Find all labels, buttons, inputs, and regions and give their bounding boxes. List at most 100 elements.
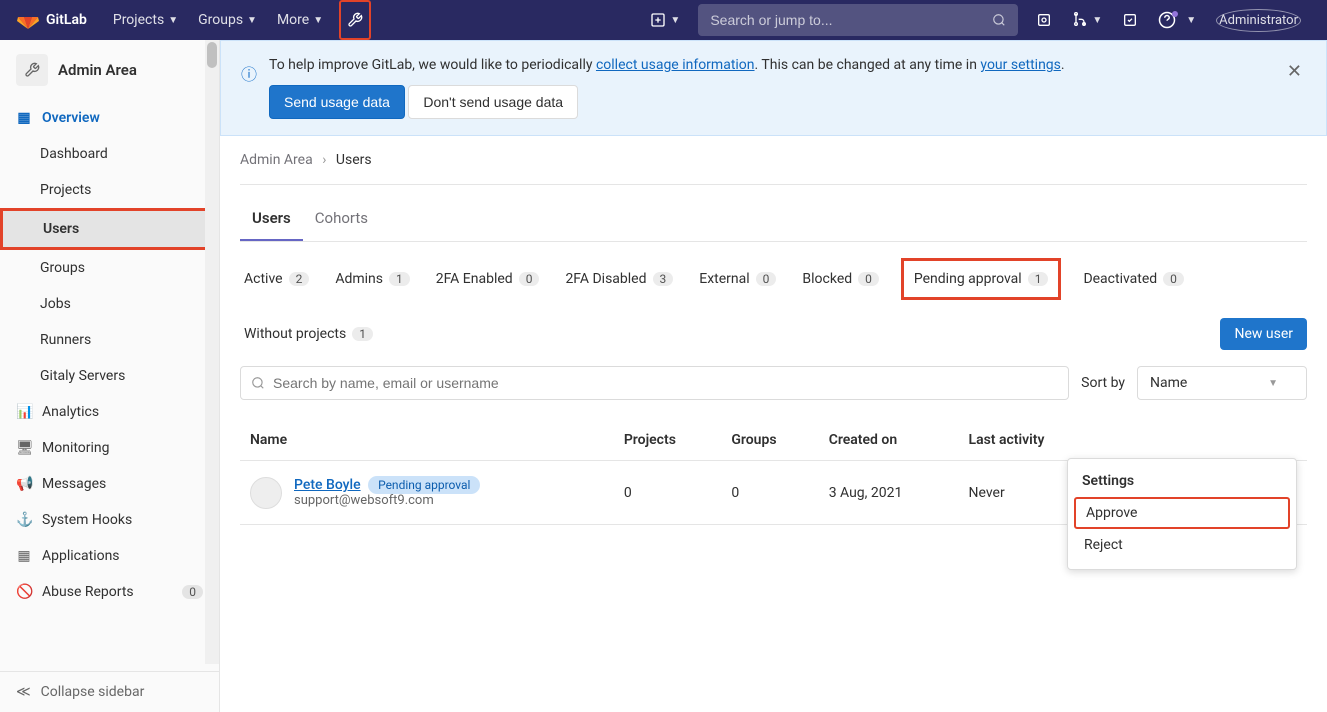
chevron-down-icon: ▼ [247, 15, 257, 26]
banner-text: To help improve GitLab, we would like to… [269, 57, 1271, 73]
sidebar-monitoring[interactable]: 🖥Monitoring [0, 430, 219, 466]
close-banner-button[interactable]: ✕ [1283, 57, 1306, 86]
send-usage-button[interactable]: Send usage data [269, 85, 405, 119]
user-email: support@websoft9.com [294, 493, 480, 508]
chevron-right-icon: › [322, 152, 326, 168]
filter-admins[interactable]: Admins1 [331, 265, 413, 293]
sidebar-runners[interactable]: Runners [0, 322, 219, 358]
new-user-button[interactable]: New user [1220, 318, 1307, 350]
todo-icon [1122, 12, 1138, 28]
filter-2fa-disabled[interactable]: 2FA Disabled3 [561, 265, 677, 293]
col-created: Created on [819, 420, 959, 461]
user-search-input[interactable] [240, 366, 1069, 400]
logo-text: GitLab [46, 12, 87, 28]
col-projects: Projects [614, 420, 722, 461]
sidebar-projects[interactable]: Projects [0, 172, 219, 208]
sidebar-gitaly[interactable]: Gitaly Servers [0, 358, 219, 394]
wrench-icon [347, 12, 363, 28]
breadcrumb: Admin Area › Users [240, 152, 1307, 185]
collapse-sidebar[interactable]: ≪Collapse sidebar [0, 671, 219, 712]
search-input[interactable] [710, 12, 992, 28]
abuse-icon: 🚫 [16, 584, 32, 600]
todos-button[interactable] [1112, 0, 1148, 40]
filter-deactivated[interactable]: Deactivated0 [1079, 265, 1187, 293]
chevron-down-icon: ▼ [168, 15, 178, 26]
gitlab-icon [16, 8, 40, 32]
cell-projects: 0 [614, 461, 722, 525]
filter-active[interactable]: Active2 [240, 265, 313, 293]
sort-label: Sort by [1081, 375, 1125, 391]
collapse-icon: ≪ [16, 684, 31, 700]
reject-item[interactable]: Reject [1074, 531, 1290, 559]
breadcrumb-current: Users [336, 152, 372, 168]
col-groups: Groups [721, 420, 818, 461]
chevron-down-icon: ▼ [313, 15, 323, 26]
sidebar-messages[interactable]: 📢Messages [0, 466, 219, 502]
top-header: GitLab Projects▼ Groups▼ More▼ ▼ ▼ ▼ Adm… [0, 0, 1327, 40]
monitoring-icon: 🖥 [16, 440, 32, 456]
chevron-down-icon: ▼ [670, 15, 680, 26]
status-badge: Pending approval [368, 476, 480, 494]
analytics-icon: 📊 [16, 404, 32, 420]
plus-icon [650, 12, 666, 28]
chevron-down-icon: ▼ [1268, 378, 1278, 389]
sort-dropdown[interactable]: Name▼ [1137, 366, 1307, 400]
overview-icon: ▦ [16, 110, 32, 126]
admin-wrench-button[interactable] [339, 0, 371, 40]
dont-send-usage-button[interactable]: Don't send usage data [408, 85, 578, 119]
subtabs: Users Cohorts [240, 197, 1307, 242]
settings-dropdown: Settings Approve Reject [1067, 458, 1297, 570]
issues-icon [1036, 12, 1052, 28]
your-settings-link[interactable]: your settings [980, 57, 1060, 73]
cell-groups: 0 [721, 461, 818, 525]
info-icon: ⓘ [241, 61, 257, 85]
filter-without-projects[interactable]: Without projects1 [240, 320, 377, 348]
global-search[interactable] [698, 4, 1018, 36]
messages-icon: 📢 [16, 476, 32, 492]
gitlab-logo[interactable]: GitLab [16, 8, 87, 32]
sidebar-header[interactable]: Admin Area [0, 40, 219, 100]
approve-item[interactable]: Approve [1074, 497, 1290, 529]
sidebar-groups[interactable]: Groups [0, 250, 219, 286]
col-activity: Last activity [959, 420, 1102, 461]
issues-button[interactable] [1026, 0, 1062, 40]
sidebar-abuse-reports[interactable]: 🚫Abuse Reports0 [0, 574, 219, 610]
sidebar-dashboard[interactable]: Dashboard [0, 136, 219, 172]
usage-info-link[interactable]: collect usage information [596, 57, 755, 73]
cell-created: 3 Aug, 2021 [819, 461, 959, 525]
hooks-icon: ⚓ [16, 512, 32, 528]
tab-users[interactable]: Users [240, 197, 303, 241]
applications-icon: ▦ [16, 548, 32, 564]
filter-tabs: Active2 Admins1 2FA Enabled0 2FA Disable… [240, 258, 1307, 350]
nav-projects[interactable]: Projects▼ [103, 0, 188, 40]
col-name: Name [240, 420, 614, 461]
sidebar-users[interactable]: Users [0, 208, 219, 250]
avatar [250, 477, 282, 509]
sidebar-overview[interactable]: ▦Overview [0, 100, 219, 136]
sidebar-analytics[interactable]: 📊Analytics [0, 394, 219, 430]
sidebar-jobs[interactable]: Jobs [0, 286, 219, 322]
filter-pending-approval[interactable]: Pending approval1 [901, 258, 1062, 300]
sidebar-title: Admin Area [58, 61, 137, 79]
sidebar-system-hooks[interactable]: ⚓System Hooks [0, 502, 219, 538]
sidebar-scrollbar[interactable] [205, 40, 219, 664]
nav-more[interactable]: More▼ [267, 0, 333, 40]
sidebar: Admin Area ▦Overview Dashboard Projects … [0, 40, 220, 712]
user-name-link[interactable]: Pete Boyle [294, 477, 361, 493]
wrench-icon [16, 54, 48, 86]
sidebar-applications[interactable]: ▦Applications [0, 538, 219, 574]
help-button[interactable]: ▼ [1148, 0, 1206, 40]
merge-requests-button[interactable]: ▼ [1062, 0, 1112, 40]
search-icon [992, 13, 1006, 27]
usage-banner: ⓘ To help improve GitLab, we would like … [220, 40, 1327, 136]
nav-groups[interactable]: Groups▼ [188, 0, 267, 40]
user-menu[interactable]: Administrator [1206, 0, 1311, 40]
plus-button[interactable]: ▼ [640, 0, 690, 40]
merge-icon [1072, 12, 1088, 28]
filter-blocked[interactable]: Blocked0 [798, 265, 882, 293]
tab-cohorts[interactable]: Cohorts [303, 197, 380, 241]
breadcrumb-admin[interactable]: Admin Area [240, 152, 313, 168]
dropdown-header: Settings [1068, 467, 1296, 495]
filter-2fa-enabled[interactable]: 2FA Enabled0 [432, 265, 544, 293]
filter-external[interactable]: External0 [695, 265, 780, 293]
